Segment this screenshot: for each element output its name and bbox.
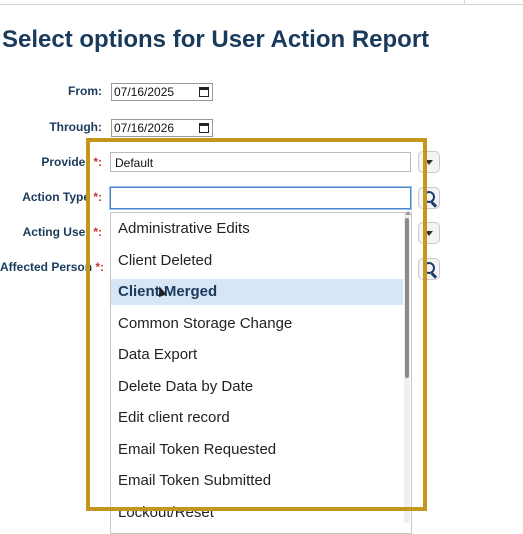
dropdown-scrollbar-thumb[interactable]: [405, 218, 409, 378]
acting-user-dropdown-button[interactable]: [418, 222, 440, 244]
calendar-icon[interactable]: [199, 123, 209, 133]
acting-user-label-text: Acting User: [22, 225, 90, 239]
list-item[interactable]: Edit client record: [111, 405, 403, 431]
top-bar: [0, 0, 523, 5]
chevron-down-icon: [425, 231, 433, 236]
provider-value: Default: [115, 156, 154, 170]
action-type-label: Action Type *:: [0, 190, 102, 204]
calendar-icon[interactable]: [199, 87, 209, 97]
affected-person-label-text: Affected Person: [0, 260, 93, 274]
required-marker: *:: [92, 260, 105, 274]
action-type-dropdown-list[interactable]: Administrative Edits Client Deleted Clie…: [110, 212, 412, 534]
top-bar-divider: [464, 0, 465, 4]
provider-select[interactable]: Default: [110, 152, 411, 172]
through-label: Through:: [49, 120, 102, 134]
through-date-value: 07/16/2026: [114, 121, 175, 135]
action-type-label-text: Action Type: [22, 190, 90, 204]
action-type-input[interactable]: [110, 187, 411, 209]
affected-person-label: Affected Person *:: [0, 260, 105, 274]
through-date-input[interactable]: 07/16/2026: [111, 119, 213, 137]
provider-dropdown-button[interactable]: [418, 151, 440, 173]
acting-user-label: Acting User *:: [0, 225, 102, 239]
from-label: From:: [68, 84, 102, 98]
list-item[interactable]: Client Deleted: [111, 248, 403, 274]
provider-label: Provider *:: [0, 155, 102, 169]
required-marker: *:: [90, 190, 102, 204]
from-date-input[interactable]: 07/16/2025: [111, 83, 213, 101]
search-icon-handle: [431, 272, 438, 279]
search-icon-handle: [431, 201, 438, 208]
provider-label-text: Provider: [41, 155, 90, 169]
list-item[interactable]: Common Storage Change: [111, 311, 403, 337]
chevron-down-icon: [425, 160, 433, 165]
action-type-search-button[interactable]: [418, 187, 440, 209]
list-item[interactable]: Delete Data by Date: [111, 374, 403, 400]
list-item-highlighted[interactable]: Client Merged: [111, 279, 403, 305]
page-title: Select options for User Action Report: [2, 26, 430, 53]
from-date-value: 07/16/2025: [114, 85, 175, 99]
list-item[interactable]: Lockout/Reset: [111, 500, 403, 526]
list-item[interactable]: Administrative Edits: [111, 216, 403, 242]
required-marker: *:: [90, 155, 102, 169]
affected-person-search-button[interactable]: [418, 258, 440, 280]
required-marker: *:: [90, 225, 102, 239]
list-item[interactable]: Data Export: [111, 342, 403, 368]
list-item[interactable]: Email Token Requested: [111, 437, 403, 463]
list-item[interactable]: Email Token Submitted: [111, 468, 403, 494]
scroll-up-icon[interactable]: [405, 211, 411, 215]
